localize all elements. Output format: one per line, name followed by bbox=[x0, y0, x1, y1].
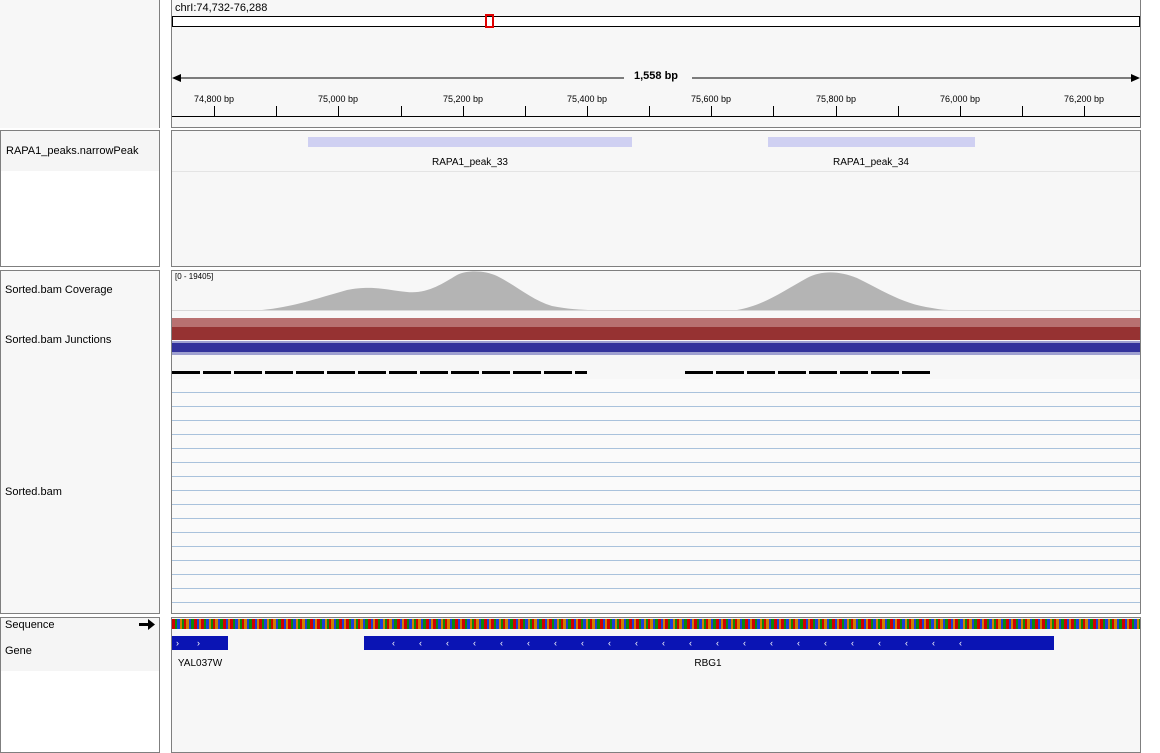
locus-label: chrI:74,732-76,288 bbox=[175, 2, 268, 14]
ruler-tick bbox=[401, 106, 402, 116]
ruler-tick bbox=[836, 106, 837, 116]
gene-feature[interactable]: ‹‹‹‹‹‹‹‹‹‹‹‹‹‹‹‹‹‹‹‹‹‹ bbox=[364, 636, 1054, 650]
coverage-histogram[interactable] bbox=[172, 270, 1140, 312]
peaks-track-name: RAPA1_peaks.narrowPeak bbox=[6, 145, 139, 157]
bam-name-panel[interactable] bbox=[0, 270, 160, 614]
ruler-tick bbox=[214, 106, 215, 116]
junction-forward-band[interactable] bbox=[172, 318, 1140, 340]
coverage-baseline bbox=[172, 310, 1140, 311]
peak-label: RAPA1_peak_33 bbox=[432, 157, 508, 168]
alignment-rows[interactable] bbox=[172, 379, 1140, 613]
ruler-tick bbox=[1084, 106, 1085, 116]
peak-feature[interactable] bbox=[768, 137, 975, 147]
ruler-tick bbox=[525, 106, 526, 116]
ruler-tick bbox=[960, 106, 961, 116]
arrow-right-icon[interactable] bbox=[139, 619, 155, 631]
ruler-tick bbox=[276, 106, 277, 116]
current-view-indicator[interactable] bbox=[485, 14, 494, 28]
span-label: 1,558 bp bbox=[632, 70, 681, 82]
ruler-tick-label: 76,200 bp bbox=[1063, 94, 1105, 104]
ruler-tick bbox=[711, 106, 712, 116]
junctions-track-name: Sorted.bam Junctions bbox=[5, 334, 112, 346]
ruler-tick-label: 75,800 bp bbox=[815, 94, 857, 104]
ruler-tick-label: 75,600 bp bbox=[690, 94, 732, 104]
ruler-tick bbox=[463, 106, 464, 116]
alignments-track-name: Sorted.bam bbox=[5, 486, 62, 498]
gene-label: YAL037W bbox=[177, 658, 223, 669]
junction-reverse-band[interactable] bbox=[172, 341, 1140, 355]
ruler-tick bbox=[1022, 106, 1023, 116]
ruler-tick bbox=[898, 106, 899, 116]
peak-label: RAPA1_peak_34 bbox=[833, 157, 909, 168]
peaks-track-separator bbox=[172, 171, 1140, 172]
gene-track-name: Gene bbox=[5, 645, 32, 657]
chromosome-ideogram[interactable] bbox=[172, 16, 1140, 27]
ruler-tick-label: 75,400 bp bbox=[566, 94, 608, 104]
peaks-data-panel[interactable] bbox=[171, 130, 1141, 267]
peaks-name-panel[interactable]: RAPA1_peaks.narrowPeak bbox=[0, 130, 160, 267]
ruler-tick-label: 75,000 bp bbox=[317, 94, 359, 104]
ruler-tick bbox=[773, 106, 774, 116]
gene-label: RBG1 bbox=[694, 658, 722, 669]
ruler-tick-label: 74,800 bp bbox=[193, 94, 235, 104]
ruler-tick bbox=[338, 106, 339, 116]
feature-name-panel[interactable] bbox=[0, 617, 160, 753]
header-name-panel bbox=[0, 0, 160, 128]
read-dash-row[interactable] bbox=[172, 371, 587, 374]
peak-feature[interactable] bbox=[308, 137, 632, 147]
sequence-track-name: Sequence bbox=[5, 619, 55, 631]
coverage-track-name: Sorted.bam Coverage bbox=[5, 284, 113, 296]
ruler-tick bbox=[649, 106, 650, 116]
sequence-bases[interactable] bbox=[172, 619, 1140, 629]
ruler-tick bbox=[587, 106, 588, 116]
ruler-baseline bbox=[172, 116, 1140, 117]
read-dash-row[interactable] bbox=[685, 371, 932, 374]
ruler-tick-label: 75,200 bp bbox=[442, 94, 484, 104]
gene-feature[interactable]: ›› bbox=[172, 636, 228, 650]
ruler-tick-label: 76,000 bp bbox=[939, 94, 981, 104]
